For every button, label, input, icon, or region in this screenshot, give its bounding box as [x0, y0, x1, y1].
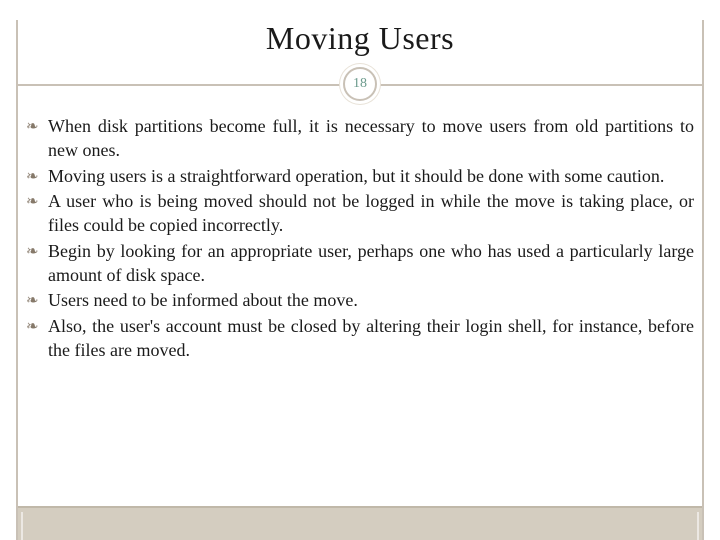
slide-title: Moving Users: [0, 20, 720, 57]
list-item: When disk partitions become full, it is …: [26, 115, 694, 163]
list-item: Begin by looking for an appropriate user…: [26, 240, 694, 288]
page-number-badge: 18: [343, 67, 377, 101]
list-item: Users need to be informed about the move…: [26, 289, 694, 313]
footer-band: [18, 506, 702, 540]
title-divider: 18: [0, 67, 720, 101]
list-item: Also, the user's account must be closed …: [26, 315, 694, 363]
slide: Moving Users 18 When disk partitions bec…: [0, 20, 720, 540]
list-item: A user who is being moved should not be …: [26, 190, 694, 238]
list-item: Moving users is a straightforward operat…: [26, 165, 694, 189]
bullet-list: When disk partitions become full, it is …: [26, 115, 694, 363]
content-area: When disk partitions become full, it is …: [0, 115, 720, 363]
